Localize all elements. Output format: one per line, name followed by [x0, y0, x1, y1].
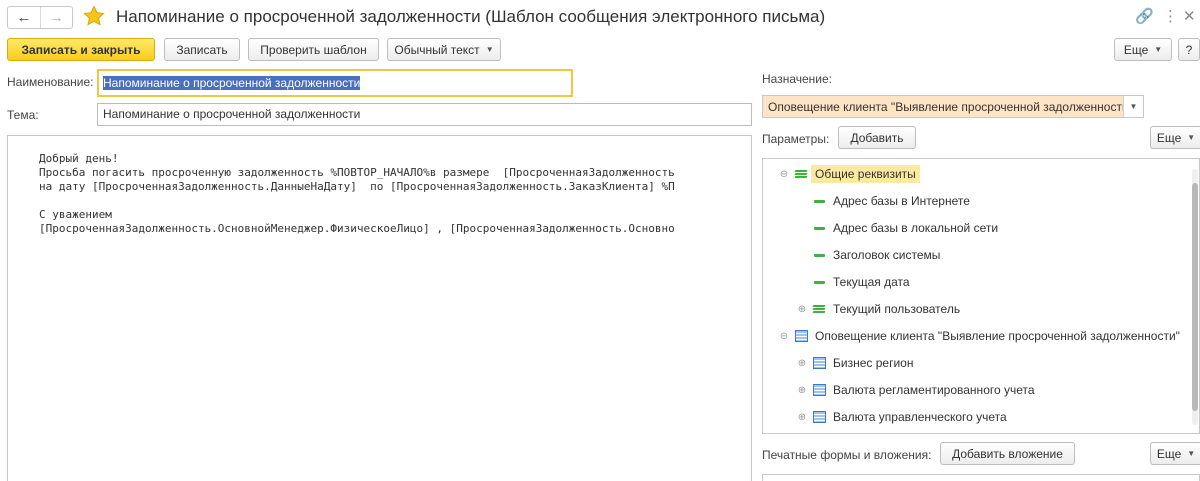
tree-item[interactable]: ⊕ Валюта регламентированного учета [795, 379, 1039, 401]
save-and-close-button[interactable]: Записать и закрыть [7, 38, 155, 61]
add-param-button[interactable]: Добавить [838, 126, 916, 149]
collapse-icon[interactable]: ⊖ [777, 169, 791, 180]
purpose-select[interactable]: Оповещение клиента "Выявление просроченн… [762, 95, 1144, 118]
help-label: ? [1185, 42, 1193, 57]
list-icon [809, 357, 829, 369]
tree-item-label: Оповещение клиента "Выявление просроченн… [815, 329, 1180, 343]
tree-item-label: Бизнес регион [833, 356, 914, 370]
expand-icon[interactable]: ⊕ [795, 385, 809, 396]
attachments-more-button[interactable]: Еще ▼ [1150, 442, 1200, 465]
save-button[interactable]: Записать [164, 38, 240, 61]
params-more-button[interactable]: Еще ▼ [1150, 126, 1200, 149]
text-format-label: Обычный текст [394, 42, 480, 57]
dash-icon [809, 199, 829, 203]
print-forms-label: Печатные формы и вложения: [762, 448, 932, 462]
params-tree: ⊖ Общие реквизиты Адрес базы в Интернете Ад… [762, 158, 1200, 434]
tree-item-label: Текущий пользователь [833, 302, 961, 316]
check-template-button[interactable]: Проверить шаблон [248, 38, 379, 61]
chevron-down-icon[interactable]: ▼ [1123, 96, 1143, 117]
stack-icon [791, 169, 811, 179]
nav-buttons: ← → [7, 6, 73, 29]
params-more-label: Еще [1156, 130, 1182, 145]
editor-line: Добрый день! [39, 152, 119, 165]
more-label: Еще [1123, 42, 1149, 57]
tree-item[interactable]: ⊕ Бизнес регион [795, 352, 917, 374]
tree-scroll-thumb[interactable] [1192, 183, 1198, 411]
attachments-list [762, 474, 1200, 481]
subject-input[interactable]: Напоминание о просроченной задолженности [97, 103, 752, 126]
stack-icon [809, 304, 829, 314]
arrow-left-icon: ← [16, 9, 32, 26]
editor-line: [ПросроченнаяЗадолженность.ОсновнойМенед… [39, 222, 675, 235]
arrow-right-icon: → [49, 9, 64, 26]
tree-item-label: Общие реквизиты [811, 165, 920, 183]
favorite-star-icon[interactable] [83, 5, 105, 27]
params-label: Параметры: [762, 132, 830, 146]
list-icon [809, 384, 829, 396]
dash-icon [809, 280, 829, 284]
subject-label: Тема: [7, 108, 39, 122]
tree-item-label: Заголовок системы [833, 248, 941, 262]
tree-item[interactable]: ⊕ Валюта управленческого учета [795, 406, 1011, 428]
tree-item[interactable]: Заголовок системы [795, 244, 944, 266]
add-attachment-label: Добавить вложение [952, 446, 1063, 461]
attachments-more-label: Еще [1156, 446, 1182, 461]
close-icon[interactable]: ✕ [1183, 7, 1196, 25]
dash-icon [809, 253, 829, 257]
purpose-value: Оповещение клиента "Выявление просроченн… [768, 100, 1123, 114]
tree-item-label: Адрес базы в Интернете [833, 194, 970, 208]
text-format-dropdown[interactable]: Обычный текст ▼ [387, 38, 501, 61]
save-label: Записать [176, 42, 228, 57]
purpose-label: Назначение: [762, 72, 833, 86]
editor-line: на дату [ПросроченнаяЗадолженность.Данны… [39, 180, 675, 193]
chevron-down-icon: ▼ [1187, 449, 1196, 458]
add-param-label: Добавить [850, 130, 904, 145]
list-icon [809, 411, 829, 423]
tree-item[interactable]: Текущая дата [795, 271, 914, 293]
title-bar: ← → Напоминание о просроченной задолженн… [0, 0, 1200, 34]
name-input[interactable]: Напоминание о просроченной задолженности [97, 69, 573, 97]
tree-item-label: Валюта управленческого учета [833, 410, 1007, 424]
help-button[interactable]: ? [1178, 38, 1200, 61]
dash-icon [809, 226, 829, 230]
name-value: Напоминание о просроченной задолженности [103, 76, 361, 90]
forward-button[interactable]: → [40, 7, 72, 28]
chevron-down-icon: ▼ [1154, 45, 1163, 54]
message-editor[interactable]: Добрый день! Просьба погасить просроченн… [7, 135, 752, 481]
window-title: Напоминание о просроченной задолженности… [116, 7, 826, 26]
editor-line: Просьба погасить просроченную задолженно… [39, 166, 675, 179]
add-attachment-button[interactable]: Добавить вложение [940, 442, 1075, 465]
more-button[interactable]: Еще ▼ [1114, 38, 1172, 61]
tree-item[interactable]: ⊕ Текущий пользователь [795, 298, 964, 320]
name-label: Наименование: [7, 75, 94, 89]
save-and-close-label: Записать и закрыть [21, 42, 141, 57]
tree-item[interactable]: ⊖ Общие реквизиты [777, 163, 920, 185]
tree-item[interactable]: Адрес базы в локальной сети [795, 217, 1002, 239]
tree-item[interactable]: ⊖ Оповещение клиента "Выявление просрочен… [777, 325, 1184, 347]
more-actions-icon[interactable]: ⋮ [1163, 7, 1178, 25]
subject-value: Напоминание о просроченной задолженности [103, 107, 361, 121]
link-icon[interactable]: 🔗 [1135, 7, 1154, 25]
list-icon [791, 330, 811, 342]
tree-scrollbar[interactable] [1192, 169, 1198, 425]
tree-item-label: Валюта регламентированного учета [833, 383, 1035, 397]
tree-item-label: Адрес базы в локальной сети [833, 221, 999, 235]
tree-item[interactable]: Адрес базы в Интернете [795, 190, 974, 212]
editor-line: С уважением [39, 208, 112, 221]
expand-icon[interactable]: ⊕ [795, 412, 809, 423]
check-template-label: Проверить шаблон [260, 42, 367, 57]
expand-icon[interactable]: ⊕ [795, 304, 809, 315]
collapse-icon[interactable]: ⊖ [777, 331, 791, 342]
chevron-down-icon: ▼ [485, 45, 494, 54]
expand-icon[interactable]: ⊕ [795, 358, 809, 369]
chevron-down-icon: ▼ [1187, 133, 1196, 142]
tree-item-label: Текущая дата [833, 275, 910, 289]
back-button[interactable]: ← [8, 7, 40, 28]
